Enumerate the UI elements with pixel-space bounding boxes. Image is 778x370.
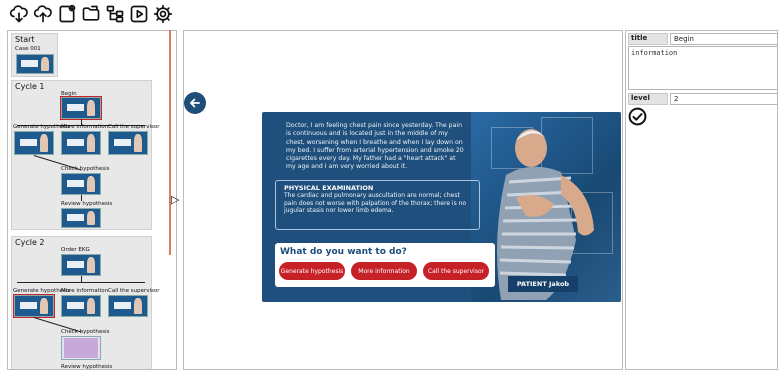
patient-name-tag: PATIENT Jakob — [508, 276, 578, 292]
case-slide: Doctor, I am feeling chest pain since ye… — [262, 112, 621, 302]
title-input[interactable] — [670, 33, 778, 45]
cloud-upload-icon[interactable] — [32, 4, 53, 25]
exam-text: The cardiac and pulmonary auscultation a… — [284, 192, 467, 214]
node-label: More information — [61, 124, 109, 130]
collapse-arrow-icon[interactable]: ▷ — [171, 193, 179, 206]
block-title: Start — [15, 35, 35, 44]
node-label: Review hypothesis — [61, 364, 113, 370]
begin-thumbnail[interactable] — [60, 96, 102, 120]
question-title: What do you want to do? — [280, 247, 407, 257]
node-label: Review hypothesis — [61, 201, 113, 207]
order-ekg-thumbnail[interactable] — [61, 254, 101, 276]
cycle2-block: Cycle 2 Order EKG Generate hypothesis Mo… — [11, 236, 160, 370]
level-input[interactable] — [670, 93, 778, 105]
patient-illustration — [497, 129, 594, 300]
case-thumbnail[interactable] — [16, 54, 54, 74]
tree-icon[interactable] — [104, 4, 125, 25]
case-tree-panel: Start Case 001 Cycle 1 Begin Generate hy… — [7, 30, 177, 370]
more-information-button[interactable]: More information — [351, 262, 417, 280]
node-label: Case 001 — [15, 46, 41, 52]
cycle1-block: Cycle 1 Begin Generate hypothesis More i… — [11, 80, 160, 230]
patient-speech: Doctor, I am feeling chest pain since ye… — [286, 122, 464, 171]
start-block: Start Case 001 — [11, 33, 58, 77]
arrow-left-icon — [190, 98, 200, 108]
choice-thumbnail[interactable] — [61, 131, 101, 155]
level-label: level — [628, 93, 668, 105]
exam-title: PHYSICAL EXAMINATION — [284, 184, 374, 192]
node-label: Check hypothesis — [61, 166, 110, 172]
block-title: Cycle 2 — [15, 238, 45, 247]
node-label: More information — [61, 288, 109, 294]
node-label: Order EKG — [61, 247, 90, 253]
ecg-thumbnail[interactable] — [61, 336, 101, 360]
choice-thumbnail[interactable] — [61, 295, 101, 317]
node-label: Call the supervisor — [108, 124, 160, 130]
play-icon[interactable] — [128, 4, 149, 25]
block-title: Cycle 1 — [15, 82, 45, 91]
node-label: Check hypothesis — [61, 329, 110, 335]
folder-icon[interactable] — [80, 4, 101, 25]
choice-thumbnail[interactable] — [14, 131, 54, 155]
node-label: Call the supervisor — [108, 288, 160, 294]
gear-icon[interactable] — [152, 4, 173, 25]
choice-thumbnail[interactable] — [108, 131, 148, 155]
check-circle-icon[interactable] — [628, 107, 647, 126]
question-box: What do you want to do? Generate hypothe… — [275, 243, 495, 287]
cloud-download-icon[interactable] — [8, 4, 29, 25]
title-label: title — [628, 33, 668, 45]
new-page-icon[interactable] — [56, 4, 77, 25]
generate-hypothesis-button[interactable]: Generate hypothesis — [279, 262, 345, 280]
exam-box: PHYSICAL EXAMINATION The cardiac and pul… — [275, 180, 480, 230]
content-textarea[interactable]: information — [628, 46, 778, 90]
panel-splitter[interactable] — [169, 30, 171, 255]
check-thumbnail[interactable] — [61, 173, 101, 195]
back-button[interactable] — [184, 92, 206, 114]
choice-thumbnail[interactable] — [13, 294, 55, 318]
choice-thumbnail[interactable] — [108, 295, 148, 317]
toolbar — [0, 0, 778, 28]
review-thumbnail[interactable] — [61, 208, 101, 228]
